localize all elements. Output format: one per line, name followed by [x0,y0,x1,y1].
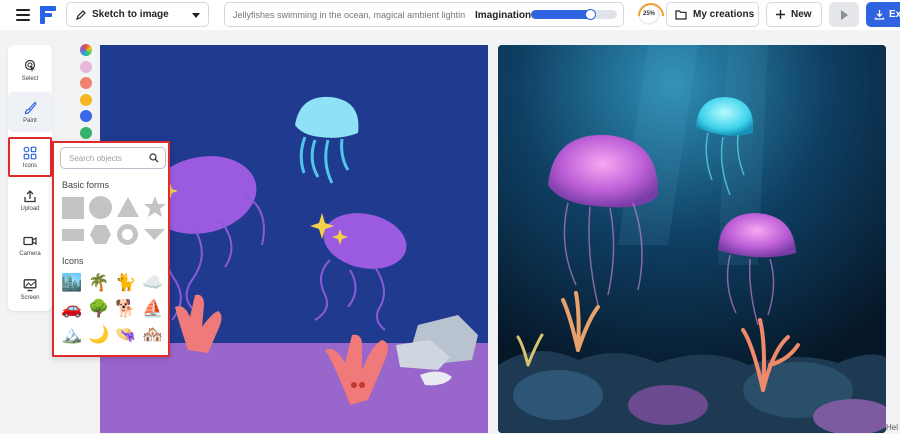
tool-upload-label: Upload [20,205,40,212]
car-icon[interactable]: 🚗 [61,298,83,320]
screen-icon [23,278,37,291]
palm-tree-icon[interactable]: 🌴 [88,272,110,294]
color-picker-swatch[interactable] [80,44,92,56]
chevron-down-icon [192,13,200,18]
my-creations-label: My creations [693,9,755,20]
camera-icon [23,236,37,245]
help-link[interactable]: Hel [886,423,898,432]
color-palette [80,44,94,143]
hamburger-menu-icon[interactable] [16,9,30,21]
export-label: Ex [889,9,900,20]
tool-upload[interactable]: Upload [8,180,52,220]
tool-panel: Select Paint Icons Upload Camera Screen [8,45,52,311]
cloud-icon[interactable]: ☁️ [142,272,164,294]
rectangle-shape[interactable] [62,229,84,241]
my-creations-button[interactable]: My creations [666,2,759,27]
hat-icon[interactable]: 👒 [115,324,137,346]
new-label: New [791,9,812,20]
dog-icon[interactable]: 🐕 [115,298,137,320]
icons-panel: Search objects Basic forms Icons 🏙️ 🌴 🐈 … [52,141,170,357]
generated-image-art [498,45,886,433]
upload-icon [24,189,36,202]
prompt-text[interactable]: Jellyfishes swimming in the ocean, magic… [233,10,465,20]
sailboat-icon[interactable]: ⛵ [142,298,164,320]
color-swatch[interactable] [80,126,92,139]
tool-paint[interactable]: Paint [8,92,52,132]
imagination-slider-handle[interactable] [585,9,597,20]
tool-paint-label: Paint [23,117,37,124]
tool-screen-label: Screen [20,294,40,301]
download-icon [874,10,885,20]
search-icon[interactable] [149,153,159,163]
generate-button[interactable] [829,2,859,27]
tool-camera[interactable]: Camera [8,225,52,265]
pen-icon [76,9,86,20]
circle-shape[interactable] [89,196,112,219]
color-swatch[interactable] [80,77,92,89]
generated-image [498,45,886,433]
square-shape[interactable] [62,197,84,219]
hexagon-shape[interactable] [89,224,112,245]
export-button[interactable]: Ex [866,2,900,27]
imagination-label: Imagination [475,10,532,21]
credits-label: 25% [642,11,655,17]
tree-icon[interactable]: 🌳 [88,298,110,320]
house-icon[interactable]: 🏘️ [142,324,164,346]
search-objects-input[interactable]: Search objects [60,147,166,169]
star-shape[interactable] [143,195,167,219]
imagination-slider-fill [531,10,592,19]
color-swatch[interactable] [80,93,92,106]
tool-camera-label: Camera [19,250,41,257]
tool-icons[interactable]: Icons [8,137,52,177]
icons-section-label: Icons [62,256,84,266]
mountain-icon[interactable]: 🏔️ [61,324,83,346]
play-icon [840,9,848,20]
new-button[interactable]: New [766,2,822,27]
down-triangle-shape[interactable] [143,228,166,241]
mode-label: Sketch to image [92,9,169,20]
prompt-field[interactable]: Jellyfishes swimming in the ocean, magic… [224,2,624,27]
cat-icon[interactable]: 🐈 [115,272,137,294]
color-swatch[interactable] [80,110,92,122]
imagination-slider[interactable] [531,9,617,20]
shapes-icon [23,146,37,159]
color-swatch[interactable] [80,60,92,73]
moon-icon[interactable]: 🌙 [88,324,110,346]
top-bar: Sketch to image Jellyfishes swimming in … [0,0,900,30]
tool-icons-label: Icons [22,162,38,169]
mode-dropdown[interactable]: Sketch to image [66,2,209,27]
select-icon [24,59,36,72]
tool-screen[interactable]: Screen [8,269,52,309]
city-icon[interactable]: 🏙️ [61,272,83,294]
plus-icon [776,10,785,19]
folder-icon [675,10,687,20]
search-objects-placeholder: Search objects [69,154,122,163]
brush-icon [24,101,37,114]
basic-forms-label: Basic forms [62,180,110,190]
app-logo[interactable] [40,6,56,24]
credits-indicator[interactable]: 25% [638,3,660,25]
tool-select-label: Select [21,75,39,82]
triangle-shape[interactable] [116,196,140,218]
ring-shape[interactable] [116,223,139,246]
tool-select[interactable]: Select [8,50,52,90]
